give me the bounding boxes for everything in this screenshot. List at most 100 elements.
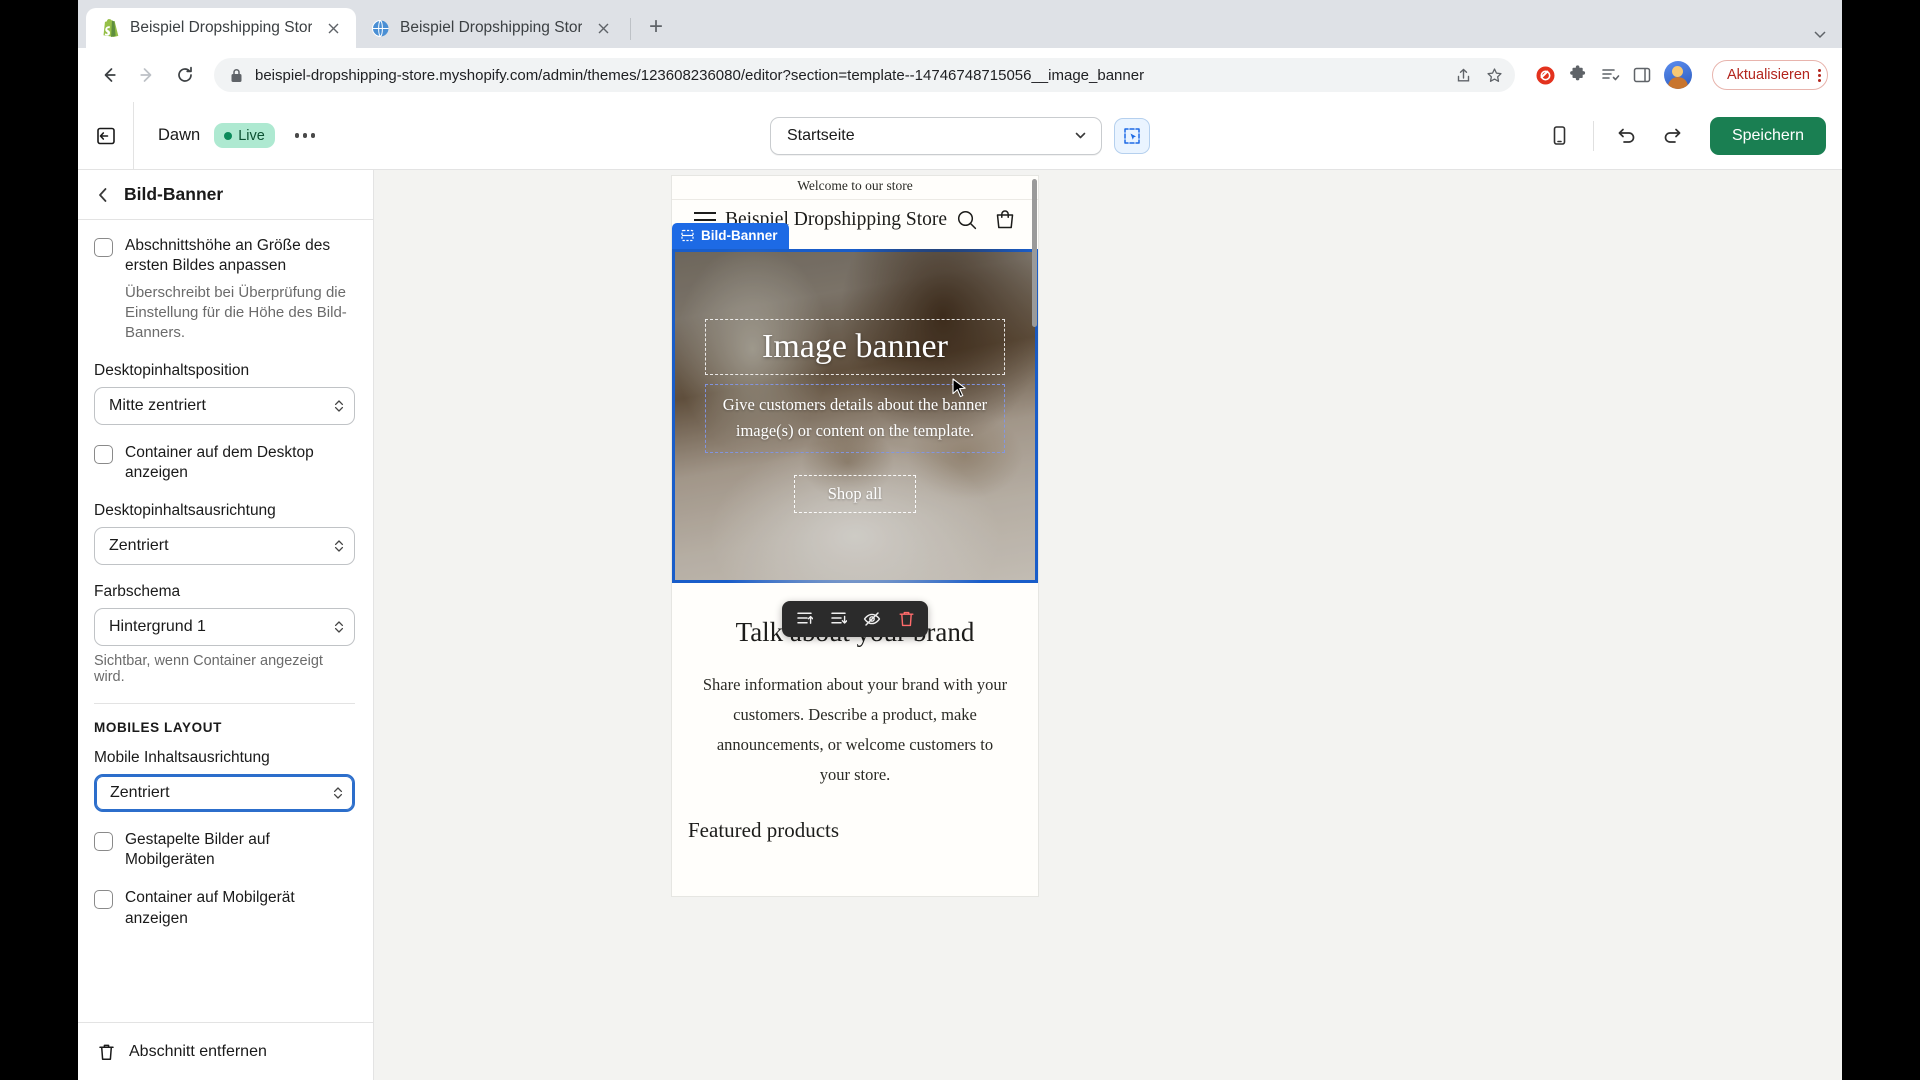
undo-icon[interactable] xyxy=(1604,113,1650,159)
tab-search-button[interactable] xyxy=(1812,26,1842,48)
new-tab-button[interactable]: + xyxy=(639,10,673,44)
reading-list-icon[interactable] xyxy=(1600,65,1620,85)
chevron-down-icon xyxy=(1074,129,1087,142)
chevron-down-icon xyxy=(1812,26,1828,42)
select-desktop-content-alignment[interactable]: Zentriert xyxy=(94,526,355,565)
banner-heading-block[interactable]: Image banner xyxy=(705,318,1005,375)
sidebar-scroll[interactable]: Abschnittshöhe an Größe des ersten Bilde… xyxy=(78,220,373,1022)
globe-icon xyxy=(370,18,390,38)
side-panel-icon[interactable] xyxy=(1632,65,1652,85)
browser-window: Beispiel Dropshipping Store · D Beispiel… xyxy=(78,0,1842,1080)
stepper-icon xyxy=(334,399,344,413)
theme-editor: Dawn Live Startseite Speichern Bild-Bann… xyxy=(78,101,1842,1080)
rich-text-paragraph: Share information about your brand with … xyxy=(702,674,1008,784)
mobile-preview-icon[interactable] xyxy=(1537,113,1583,159)
device-preview-frame: Welcome to our store Beispiel Dropshippi… xyxy=(671,175,1039,897)
forward-arrow-icon[interactable] xyxy=(130,58,164,92)
checkbox-label: Abschnittshöhe an Größe des ersten Bilde… xyxy=(125,237,331,275)
field-label: Mobile Inhaltsausrichtung xyxy=(94,748,270,766)
select-value: Zentriert xyxy=(109,536,169,554)
search-icon[interactable] xyxy=(956,209,978,231)
hide-button[interactable] xyxy=(856,604,888,634)
share-icon[interactable] xyxy=(1455,67,1472,84)
checkbox-stacked-images-mobile[interactable] xyxy=(94,831,113,851)
select-desktop-content-position[interactable]: Mitte zentriert xyxy=(94,386,355,425)
banner-heading: Image banner xyxy=(762,327,948,365)
url-text: beispiel-dropshipping-store.myshopify.co… xyxy=(255,66,1145,84)
back-chevron-icon[interactable] xyxy=(96,187,110,203)
field-help-text: Überschreibt bei Überprüfung die Einstel… xyxy=(125,283,347,342)
banner-button-block[interactable]: Shop all xyxy=(794,475,916,514)
field-show-container-mobile: Container auf Mobilgerät anzeigen xyxy=(94,888,355,929)
redo-icon[interactable] xyxy=(1650,113,1696,159)
puzzle-icon[interactable] xyxy=(1568,65,1588,85)
delete-button[interactable] xyxy=(890,604,922,634)
close-icon[interactable] xyxy=(592,17,614,39)
save-button[interactable]: Speichern xyxy=(1709,116,1826,155)
cart-icon[interactable] xyxy=(994,209,1016,231)
page-selector[interactable]: Startseite xyxy=(770,116,1102,155)
banner-image[interactable]: Image banner Give customers details abou… xyxy=(672,248,1038,583)
tab-title: Beispiel Dropshipping Store · D xyxy=(130,19,312,36)
select-value: Mitte zentriert xyxy=(109,396,206,414)
section-label-text: Bild-Banner xyxy=(701,228,778,244)
address-bar[interactable]: beispiel-dropshipping-store.myshopify.co… xyxy=(214,58,1515,92)
star-icon[interactable] xyxy=(1486,67,1503,84)
status-dot-icon xyxy=(224,131,233,140)
editor-actions: Speichern xyxy=(1537,113,1826,159)
settings-sidebar: Bild-Banner Abschnittshöhe an Größe des … xyxy=(78,170,374,1080)
banner-paragraph: Give customers details about the banner … xyxy=(722,394,988,441)
select-value: Hintergrund 1 xyxy=(109,617,206,635)
field-stacked-images-mobile: Gestapelte Bilder auf Mobilgeräten xyxy=(94,830,355,871)
preview-scrollbar[interactable] xyxy=(1032,179,1037,327)
back-arrow-icon[interactable] xyxy=(92,58,126,92)
more-options-button[interactable] xyxy=(289,123,322,148)
editor-topbar: Dawn Live Startseite Speichern xyxy=(78,101,1842,170)
stepper-icon xyxy=(334,620,344,634)
update-button[interactable]: Aktualisieren xyxy=(1711,60,1828,90)
kebab-menu-icon[interactable] xyxy=(1818,68,1821,82)
theme-info: Dawn Live xyxy=(134,123,321,148)
lock-icon xyxy=(230,68,243,83)
inspector-icon[interactable] xyxy=(1114,117,1150,154)
section-label-badge[interactable]: Bild-Banner xyxy=(672,222,789,249)
duplicate-button[interactable] xyxy=(822,604,854,634)
close-icon[interactable] xyxy=(322,17,344,39)
announcement-bar: Welcome to our store xyxy=(797,178,913,193)
remove-section-button[interactable]: Abschnitt entfernen xyxy=(78,1022,373,1080)
avatar[interactable] xyxy=(1663,61,1692,89)
field-desktop-content-alignment: Desktopinhaltsausrichtung Zentriert xyxy=(94,502,355,565)
stepper-icon xyxy=(333,786,343,800)
select-value: Zentriert xyxy=(110,783,170,801)
image-banner-section[interactable]: Bild-Banner Image banner Give customers … xyxy=(672,222,1038,637)
field-label: Desktopinhaltsposition xyxy=(94,361,250,379)
select-mobile-content-alignment[interactable]: Zentriert xyxy=(94,773,355,812)
banner-button-label: Shop all xyxy=(827,484,883,504)
field-color-scheme: Farbschema Hintergrund 1 Sichtbar, wenn … xyxy=(94,583,355,685)
field-mobile-content-alignment: Mobile Inhaltsausrichtung Zentriert xyxy=(94,749,355,812)
adblock-icon[interactable] xyxy=(1535,65,1556,86)
banner-paragraph-block[interactable]: Give customers details about the banner … xyxy=(705,383,1005,454)
tab-title: Beispiel Dropshipping Store xyxy=(400,19,582,36)
select-color-scheme[interactable]: Hintergrund 1 xyxy=(94,607,355,646)
checkbox-label: Gestapelte Bilder auf Mobilgeräten xyxy=(125,830,270,869)
checkbox-label: Container auf dem Desktop anzeigen xyxy=(125,443,314,482)
section-caption-mobile-layout: MOBILES LAYOUT xyxy=(94,719,222,735)
extension-icons: Aktualisieren xyxy=(1527,60,1828,90)
field-show-container-desktop: Container auf dem Desktop anzeigen xyxy=(94,443,355,484)
stepper-icon xyxy=(334,539,344,553)
field-adapt-height: Abschnittshöhe an Größe des ersten Bilde… xyxy=(94,236,355,344)
browser-tab-inactive[interactable]: Beispiel Dropshipping Store xyxy=(356,8,626,48)
exit-icon[interactable] xyxy=(78,101,134,170)
page-title: Bild-Banner xyxy=(124,184,224,204)
browser-tab-active[interactable]: Beispiel Dropshipping Store · D xyxy=(86,8,356,48)
status-badge: Live xyxy=(214,123,275,148)
checkbox-show-container-mobile[interactable] xyxy=(94,890,113,910)
checkbox-show-container-desktop[interactable] xyxy=(94,444,113,464)
reload-icon[interactable] xyxy=(168,58,202,92)
checkbox-adapt-height[interactable] xyxy=(94,238,113,257)
tab-separator xyxy=(630,18,631,40)
shopify-icon xyxy=(100,18,120,38)
trash-icon xyxy=(98,1043,115,1061)
move-up-button[interactable] xyxy=(788,604,820,634)
